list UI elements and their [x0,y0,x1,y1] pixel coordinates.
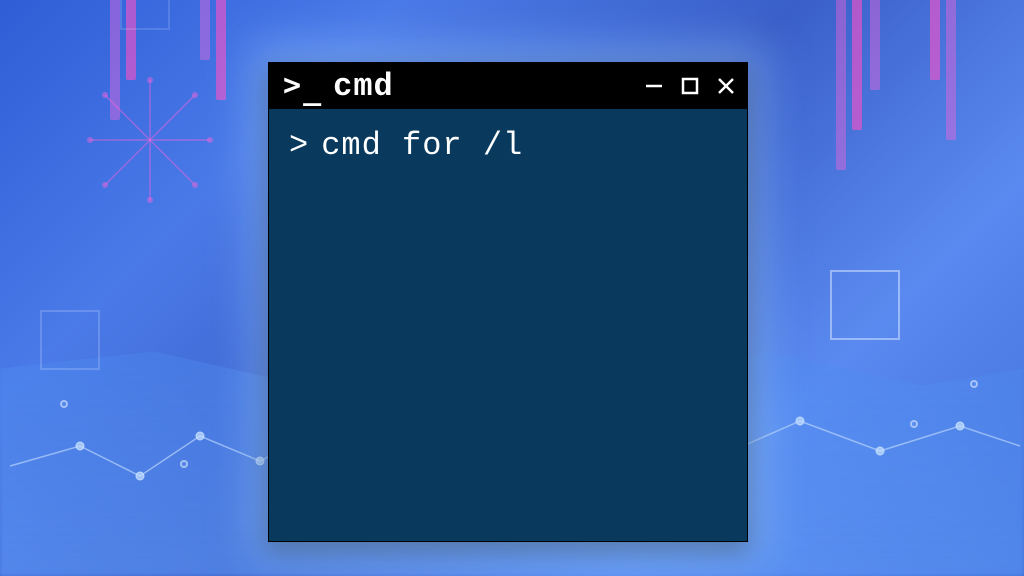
command-line[interactable]: > cmd for /l [289,127,727,164]
window-controls [643,75,737,97]
terminal-prompt-icon: >_ [283,71,321,101]
window-title: cmd [333,68,631,105]
maximize-button[interactable] [679,75,701,97]
close-button[interactable] [715,75,737,97]
terminal-body[interactable]: > cmd for /l [269,109,747,182]
terminal-window[interactable]: >_ cmd > cmd for /l [268,62,748,542]
titlebar[interactable]: >_ cmd [269,63,747,109]
minimize-button[interactable] [643,75,665,97]
command-text: cmd for /l [321,127,523,164]
prompt-symbol: > [289,127,309,164]
